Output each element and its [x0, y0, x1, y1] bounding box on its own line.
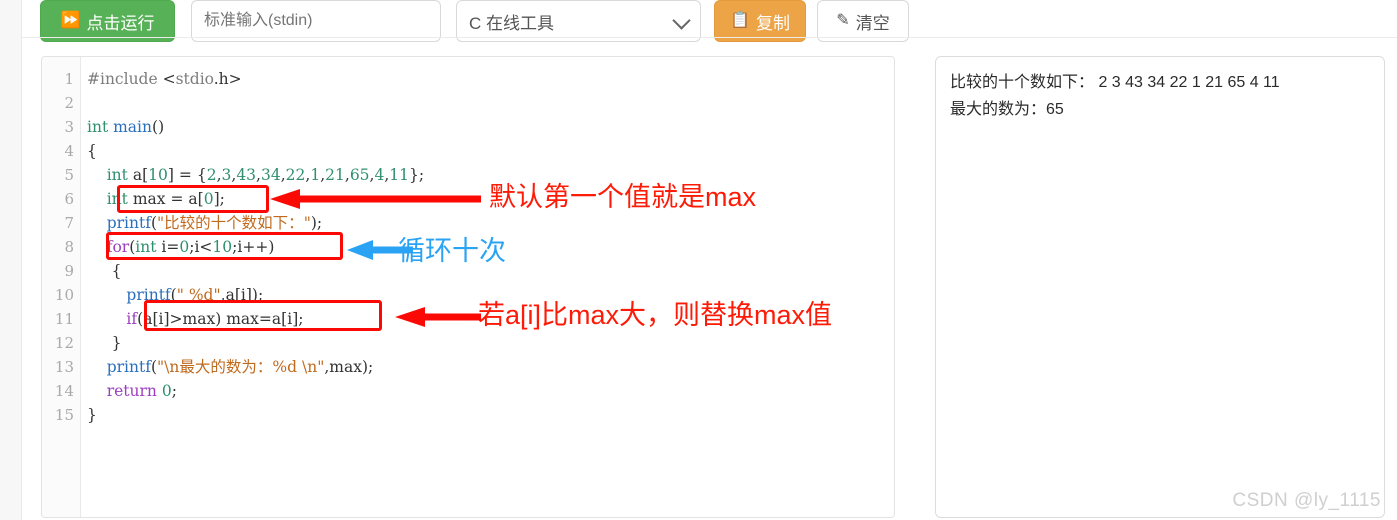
clear-button-label: 清空 [855, 13, 890, 33]
code-text-area[interactable]: #include <stdio.h> int main() { int a[10] … [81, 57, 894, 517]
output-line: 最大的数为：65 [950, 101, 1064, 118]
play-run-icon: ⏩ [60, 12, 81, 29]
code-line: { [87, 142, 97, 160]
code-line: { [111, 262, 122, 280]
code-line: } [111, 334, 122, 352]
stdin-input[interactable] [191, 0, 441, 42]
watermark: CSDN @ly_1115 [1232, 490, 1381, 511]
line-number: 2 [64, 94, 74, 112]
code-line: printf(" %d",a[i]); [126, 286, 264, 304]
line-number: 14 [54, 382, 74, 400]
clear-button[interactable]: ✎ 清空 [817, 0, 909, 42]
code-line: } [87, 406, 97, 424]
code-line: #include <stdio.h> [87, 70, 242, 88]
eraser-icon: ✎ [836, 12, 850, 29]
line-number: 5 [64, 166, 74, 184]
line-number: 4 [64, 142, 74, 160]
app-root: ⏩ 点击运行 C 在线工具 📋 复制 ✎ 清空 1234567891011121… [0, 0, 1397, 520]
line-number: 3 [64, 118, 74, 136]
chevron-down-icon [672, 11, 691, 30]
code-line: printf("\n最大的数为：%d \n",max); [106, 358, 374, 376]
line-number: 11 [54, 310, 74, 328]
code-line: int max = a[0]; [106, 190, 225, 208]
toolbar-divider [22, 37, 1397, 38]
line-number: 13 [54, 358, 74, 376]
line-number: 15 [54, 406, 74, 424]
code-line: int main() [87, 118, 165, 136]
line-number: 8 [64, 238, 74, 256]
page-left-divider [21, 0, 22, 520]
copy-button-label: 复制 [755, 13, 790, 33]
copy-button[interactable]: 📋 复制 [714, 0, 806, 42]
line-number: 1 [64, 70, 74, 88]
line-number: 9 [64, 262, 74, 280]
output-line: 比较的十个数如下： 2 3 43 34 22 1 21 65 4 11 [950, 74, 1280, 91]
line-number-gutter: 1 2 3 4 5 6 7 8 9 10 11 12 13 14 15 [42, 57, 81, 517]
code-line: int a[10] = {2,3,43,34,22,1,21,65,4,11}; [106, 166, 425, 184]
line-number: 10 [54, 286, 74, 304]
page-left-margin [0, 0, 21, 520]
editor-toolbar: ⏩ 点击运行 C 在线工具 📋 复制 ✎ 清空 [22, 0, 1397, 42]
language-select-value: C 在线工具 [469, 13, 554, 33]
code-line: return 0; [106, 382, 177, 400]
copy-icon: 📋 [730, 12, 750, 29]
line-number: 6 [64, 190, 74, 208]
run-button[interactable]: ⏩ 点击运行 [40, 0, 175, 42]
line-number: 12 [54, 334, 74, 352]
run-button-label: 点击运行 [86, 13, 155, 33]
code-line: printf("比较的十个数如下："); [106, 214, 323, 232]
code-line: for(int i=0;i<10;i++) [106, 238, 275, 256]
code-editor-panel[interactable]: 1 2 3 4 5 6 7 8 9 10 11 12 13 14 15 #include <stdio.h>… [41, 56, 895, 518]
line-number: 7 [64, 214, 74, 232]
language-select[interactable]: C 在线工具 [456, 0, 701, 42]
code-line: if(a[i]>max) max=a[i]; [126, 310, 304, 328]
output-panel: 比较的十个数如下： 2 3 43 34 22 1 21 65 4 11 最大的数… [935, 56, 1385, 518]
